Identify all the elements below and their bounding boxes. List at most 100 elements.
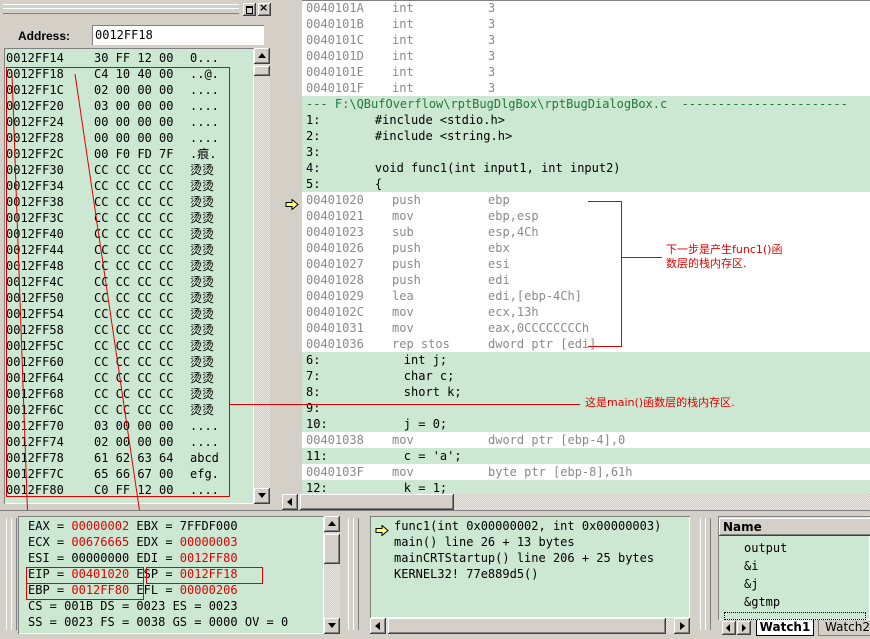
register-equals: = <box>49 519 72 533</box>
registers-scroll-down[interactable] <box>324 618 340 634</box>
ebp-highlight <box>26 583 144 600</box>
arrow-right-icon <box>742 624 746 632</box>
register-value[interactable]: 0038 <box>136 615 165 629</box>
register-value[interactable]: 0023 <box>136 599 165 613</box>
register-equals: = <box>158 519 180 533</box>
arrow-up-icon <box>328 521 336 526</box>
watch-item[interactable]: &j <box>744 576 758 592</box>
register-equals: = <box>42 615 65 629</box>
watch-tab-bar: Watch1 Watch2 <box>718 620 870 638</box>
arrow-down-icon <box>328 623 336 628</box>
register-equals: = <box>114 599 137 613</box>
watch-item-name: &j <box>744 577 759 591</box>
register-value[interactable]: 0 <box>281 615 288 629</box>
register-value[interactable]: 0012FF80 <box>180 551 238 565</box>
register-equals: = <box>114 615 137 629</box>
watch-item[interactable]: &i <box>744 558 758 574</box>
tab-watch2[interactable]: Watch2 <box>818 620 870 636</box>
tab-watch1-label: Watch1 <box>759 620 811 634</box>
register-name: ECX <box>28 535 50 549</box>
arrow-left-icon <box>375 622 380 630</box>
register-name: EAX <box>28 519 50 533</box>
watch-item[interactable]: output <box>744 540 787 556</box>
register-name: DS <box>100 599 115 613</box>
register-name: EDI <box>136 551 159 565</box>
register-value[interactable]: 00000003 <box>180 535 238 549</box>
register-value[interactable]: 00000000 <box>71 551 129 565</box>
tab-watch1[interactable]: Watch1 <box>756 620 814 636</box>
register-name: EDX <box>136 535 159 549</box>
register-name: FS <box>100 615 115 629</box>
callstack-frame-text: main() line 26 + 13 bytes <box>394 535 575 549</box>
register-name: ES <box>172 599 188 613</box>
watch-tab-scroll-left[interactable] <box>722 621 736 635</box>
watch-tab-scroll-right[interactable] <box>737 621 751 635</box>
watch-header-name: Name <box>723 520 762 534</box>
watch-grip-2[interactable] <box>705 518 711 630</box>
callstack-hscroll-thumb[interactable] <box>388 618 666 634</box>
watch-window[interactable]: Name output &i &j &gtmp <box>718 516 870 620</box>
register-row: CS = 001B DS = 0023 ES = 0023 <box>28 598 238 614</box>
eip-highlight <box>26 567 144 584</box>
register-value[interactable]: 001B <box>64 599 93 613</box>
register-name: ESI <box>28 551 50 565</box>
register-equals: = <box>49 551 72 565</box>
watch-item[interactable]: &gtmp <box>744 594 780 610</box>
register-equals: = <box>158 583 180 597</box>
register-equals: = <box>49 535 72 549</box>
esp-highlight <box>146 567 263 584</box>
register-row: SS = 0023 FS = 0038 GS = 0000 OV = 0 <box>28 614 288 630</box>
register-name: GS <box>172 615 188 629</box>
current-frame-arrow-icon <box>375 521 389 540</box>
watch-item-name: output <box>744 541 788 555</box>
register-name: OV <box>244 615 260 629</box>
callstack-window[interactable]: func1(int 0x00000002, int 0x00000003) mai… <box>370 516 690 618</box>
arrow-right-icon <box>680 622 685 630</box>
watch-item-name: &i <box>744 559 759 573</box>
register-row: ESI = 00000000 EDI = 0012FF80 <box>28 550 238 566</box>
register-value[interactable]: 0023 <box>64 615 93 629</box>
arrow-left-icon <box>726 624 730 632</box>
register-gap <box>165 599 172 613</box>
register-value[interactable]: 00000002 <box>71 519 129 533</box>
watch-new-item-placeholder[interactable] <box>724 612 866 620</box>
registers-scroll-thumb[interactable] <box>324 534 340 564</box>
register-row: EAX = 00000002 EBX = 7FFDF000 <box>28 518 238 534</box>
callstack-frame[interactable]: main() line 26 + 13 bytes <box>394 534 575 550</box>
register-value[interactable]: 0023 <box>209 599 238 613</box>
callstack-frame[interactable]: func1(int 0x00000002, int 0x00000003) <box>394 518 661 534</box>
esp-pointer-line <box>74 73 149 569</box>
register-value[interactable]: 7FFDF000 <box>180 519 238 533</box>
register-value[interactable]: 00676665 <box>71 535 129 549</box>
callstack-scroll-left[interactable] <box>370 618 386 634</box>
register-equals: = <box>259 615 281 629</box>
watch-item-name: &gtmp <box>744 595 781 609</box>
register-equals: = <box>158 535 180 549</box>
register-name: CS <box>28 599 43 613</box>
callstack-frame-text: KERNEL32! 77e889d5() <box>394 567 539 581</box>
register-value[interactable]: 0000 <box>209 615 238 629</box>
arrow-shape <box>375 524 389 537</box>
tab-watch2-label: Watch2 <box>825 620 870 634</box>
callstack-grip-2[interactable] <box>353 518 359 630</box>
watch-header[interactable]: Name <box>719 518 870 536</box>
register-value[interactable]: 00000206 <box>180 583 238 597</box>
callstack-frame[interactable]: mainCRTStartup() line 206 + 25 bytes <box>394 550 654 566</box>
register-equals: = <box>42 599 65 613</box>
registers-scroll-up[interactable] <box>324 516 340 532</box>
registers-grip-2[interactable] <box>11 518 17 630</box>
arrow-path <box>375 524 389 537</box>
register-equals: = <box>187 599 209 613</box>
register-gap <box>238 615 245 629</box>
callstack-scroll-right[interactable] <box>674 618 690 634</box>
register-row: ECX = 00676665 EDX = 00000003 <box>28 534 238 550</box>
callstack-frame-text: func1(int 0x00000002, int 0x00000003) <box>394 519 662 533</box>
register-name: EBX <box>136 519 159 533</box>
register-name: SS <box>28 615 43 629</box>
register-equals: = <box>158 551 180 565</box>
callstack-frame-text: mainCRTStartup() line 206 + 25 bytes <box>394 551 655 565</box>
ebp-pointer-line <box>11 73 31 584</box>
register-gap <box>165 615 172 629</box>
register-equals: = <box>187 615 209 629</box>
callstack-frame[interactable]: KERNEL32! 77e889d5() <box>394 566 539 582</box>
